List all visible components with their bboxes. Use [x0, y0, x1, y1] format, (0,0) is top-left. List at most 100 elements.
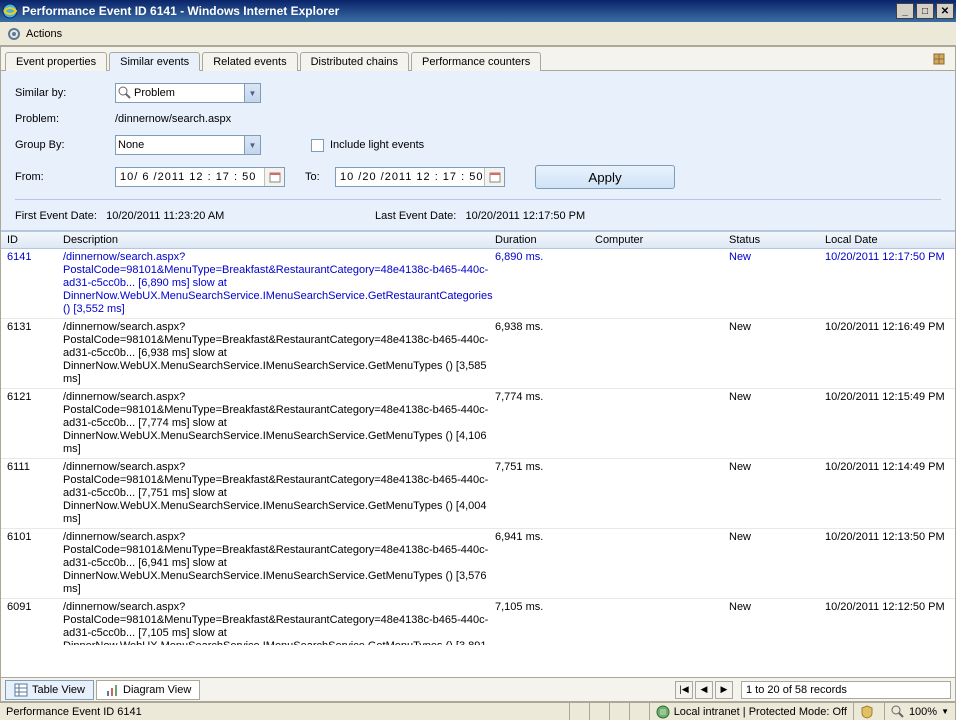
table-view-button[interactable]: Table View: [5, 680, 94, 700]
cell-local-date: 10/20/2011 12:16:49 PM: [825, 321, 955, 386]
pager-first-button[interactable]: |◀: [675, 681, 693, 699]
cell-duration: 7,105 ms.: [495, 601, 595, 645]
cell-description[interactable]: /dinnernow/search.aspx?PostalCode=98101&…: [63, 251, 495, 316]
zone-icon: [656, 705, 670, 719]
calendar-icon[interactable]: [484, 168, 504, 186]
cell-id: 6111: [1, 461, 63, 526]
tab-performance-counters[interactable]: Performance counters: [411, 52, 541, 71]
status-zoom: 100%: [909, 706, 937, 718]
col-header-computer[interactable]: Computer: [595, 234, 729, 246]
first-event-value: 10/20/2011 11:23:20 AM: [106, 210, 224, 222]
cell-status: New: [729, 601, 825, 645]
calendar-icon[interactable]: [264, 168, 284, 186]
cell-local-date: 10/20/2011 12:14:49 PM: [825, 461, 955, 526]
cell-id: 6101: [1, 531, 63, 596]
table-row[interactable]: 6121/dinnernow/search.aspx?PostalCode=98…: [1, 389, 955, 459]
problem-label: Problem:: [15, 113, 115, 125]
tab-related-events[interactable]: Related events: [202, 52, 297, 71]
minimize-button[interactable]: _: [896, 3, 914, 19]
from-label: From:: [15, 171, 115, 183]
cell-status: New: [729, 251, 825, 316]
tab-distributed-chains[interactable]: Distributed chains: [300, 52, 409, 71]
cell-id: 6121: [1, 391, 63, 456]
col-header-description[interactable]: Description: [63, 234, 495, 247]
cell-status: New: [729, 531, 825, 596]
tab-similar-events[interactable]: Similar events: [109, 52, 200, 71]
gear-icon: [6, 26, 22, 42]
status-zone: Local intranet | Protected Mode: Off: [674, 706, 847, 718]
similar-by-combo[interactable]: Problem ▼: [115, 83, 261, 103]
grid-header: ID Description Duration Computer Status …: [1, 231, 955, 249]
content-area: Event properties Similar events Related …: [0, 46, 956, 702]
group-by-combo[interactable]: None ▼: [115, 135, 261, 155]
cell-local-date: 10/20/2011 12:13:50 PM: [825, 531, 955, 596]
cell-id: 6091: [1, 601, 63, 645]
chart-icon: [105, 683, 119, 697]
cell-computer: [595, 461, 729, 526]
filter-panel: Similar by: Problem ▼ Problem: /dinnerno…: [1, 71, 955, 231]
similar-by-value: Problem: [134, 87, 175, 99]
pager-next-button[interactable]: ▶: [715, 681, 733, 699]
apply-button[interactable]: Apply: [535, 165, 675, 189]
cell-computer: [595, 391, 729, 456]
cell-computer: [595, 601, 729, 645]
table-view-label: Table View: [32, 684, 85, 696]
to-date-field[interactable]: 10 /20 /2011 12 : 17 : 50: [335, 167, 505, 187]
cell-computer: [595, 531, 729, 596]
group-by-label: Group By:: [15, 139, 115, 151]
actions-bar: Actions: [0, 22, 956, 46]
cell-status: New: [729, 321, 825, 386]
cell-local-date: 10/20/2011 12:15:49 PM: [825, 391, 955, 456]
tab-strip: Event properties Similar events Related …: [1, 47, 955, 71]
table-row[interactable]: 6141/dinnernow/search.aspx?PostalCode=98…: [1, 249, 955, 319]
col-header-status[interactable]: Status: [729, 234, 825, 246]
close-button[interactable]: ✕: [936, 3, 954, 19]
grid-body[interactable]: 6141/dinnernow/search.aspx?PostalCode=98…: [1, 249, 955, 645]
include-light-label: Include light events: [330, 139, 424, 151]
tab-event-properties[interactable]: Event properties: [5, 52, 107, 71]
col-header-local-date[interactable]: Local Date: [825, 234, 955, 246]
cell-computer: [595, 321, 729, 386]
cell-status: New: [729, 461, 825, 526]
table-row[interactable]: 6111/dinnernow/search.aspx?PostalCode=98…: [1, 459, 955, 529]
table-row[interactable]: 6131/dinnernow/search.aspx?PostalCode=98…: [1, 319, 955, 389]
diagram-view-button[interactable]: Diagram View: [96, 680, 200, 700]
cell-duration: 6,890 ms.: [495, 251, 595, 316]
last-event-label: Last Event Date:: [375, 210, 456, 222]
pager-status: 1 to 20 of 58 records: [741, 681, 951, 699]
from-date-value: 10/ 6 /2011 12 : 17 : 50: [120, 171, 256, 183]
pager-prev-button[interactable]: ◀: [695, 681, 713, 699]
table-row[interactable]: 6101/dinnernow/search.aspx?PostalCode=98…: [1, 529, 955, 599]
first-event-label: First Event Date:: [15, 210, 97, 222]
cell-id: 6131: [1, 321, 63, 386]
last-event-value: 10/20/2011 12:17:50 PM: [466, 210, 586, 222]
col-header-duration[interactable]: Duration: [495, 234, 595, 246]
cell-description: /dinnernow/search.aspx?PostalCode=98101&…: [63, 461, 495, 526]
cell-description: /dinnernow/search.aspx?PostalCode=98101&…: [63, 321, 495, 386]
actions-label[interactable]: Actions: [26, 28, 62, 40]
cell-duration: 7,751 ms.: [495, 461, 595, 526]
window-title: Performance Event ID 6141 - Windows Inte…: [22, 4, 894, 18]
status-left: Performance Event ID 6141: [0, 703, 200, 720]
cell-computer: [595, 251, 729, 316]
cell-description: /dinnernow/search.aspx?PostalCode=98101&…: [63, 601, 495, 645]
cell-local-date: 10/20/2011 12:12:50 PM: [825, 601, 955, 645]
cell-local-date: 10/20/2011 12:17:50 PM: [825, 251, 955, 316]
cube-icon[interactable]: [931, 51, 947, 67]
pager: |◀ ◀ ▶ 1 to 20 of 58 records: [675, 681, 951, 699]
diagram-view-label: Diagram View: [123, 684, 191, 696]
from-date-field[interactable]: 10/ 6 /2011 12 : 17 : 50: [115, 167, 285, 187]
table-icon: [14, 683, 28, 697]
group-by-value: None: [118, 139, 144, 151]
zoom-icon: [891, 705, 905, 719]
include-light-checkbox[interactable]: [311, 139, 324, 152]
cell-duration: 7,774 ms.: [495, 391, 595, 456]
cell-status: New: [729, 391, 825, 456]
table-row[interactable]: 6091/dinnernow/search.aspx?PostalCode=98…: [1, 599, 955, 645]
magnifier-icon: [118, 86, 132, 100]
maximize-button[interactable]: □: [916, 3, 934, 19]
col-header-id[interactable]: ID: [1, 234, 63, 246]
window-titlebar: Performance Event ID 6141 - Windows Inte…: [0, 0, 956, 22]
shield-icon: [860, 705, 874, 719]
chevron-down-icon: ▼: [244, 84, 260, 102]
